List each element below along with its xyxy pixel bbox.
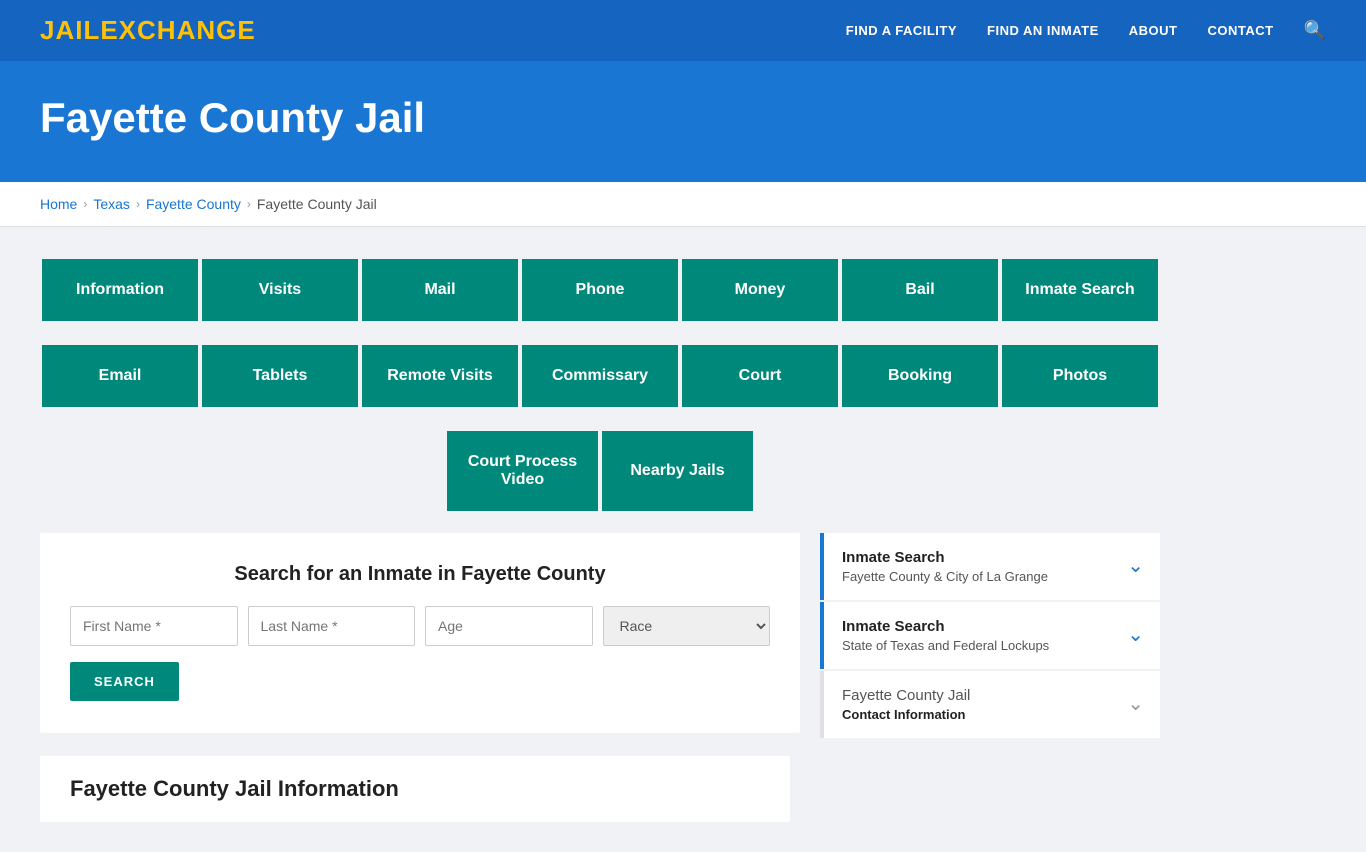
breadcrumb-sep-3: › xyxy=(247,197,251,211)
sidebar-item-2-subtitle: State of Texas and Federal Lockups xyxy=(842,638,1049,653)
breadcrumb: Home › Texas › Fayette County › Fayette … xyxy=(40,196,1326,212)
grid-btn-visits[interactable]: Visits xyxy=(200,257,360,323)
grid-row-3: Court Process Video Nearby Jails xyxy=(40,429,1160,513)
search-icon-button[interactable]: 🔍 xyxy=(1304,20,1326,41)
grid-btn-photos[interactable]: Photos xyxy=(1000,343,1160,409)
inmate-search-box: Search for an Inmate in Fayette County R… xyxy=(40,533,800,733)
breadcrumb-home[interactable]: Home xyxy=(40,196,77,212)
nav-about[interactable]: ABOUT xyxy=(1129,23,1178,38)
sidebar-item-inmate-search-county[interactable]: Inmate Search Fayette County & City of L… xyxy=(820,533,1160,600)
breadcrumb-sep-2: › xyxy=(136,197,140,211)
grid-btn-mail[interactable]: Mail xyxy=(360,257,520,323)
search-fields: Race White Black Hispanic Asian Other xyxy=(70,606,770,646)
first-name-input[interactable] xyxy=(70,606,238,646)
logo-part1: JAIL xyxy=(40,15,100,45)
two-col-layout: Search for an Inmate in Fayette County R… xyxy=(40,533,1160,740)
grid-btn-commissary[interactable]: Commissary xyxy=(520,343,680,409)
breadcrumb-sep-1: › xyxy=(83,197,87,211)
grid-btn-information[interactable]: Information xyxy=(40,257,200,323)
info-section: Fayette County Jail Information xyxy=(40,756,790,822)
sidebar-item-contact-info[interactable]: Fayette County Jail Contact Information … xyxy=(820,671,1160,738)
page-title: Fayette County Jail xyxy=(40,94,1326,142)
nav-find-facility[interactable]: FIND A FACILITY xyxy=(846,23,957,38)
last-name-input[interactable] xyxy=(248,606,416,646)
grid-btn-email[interactable]: Email xyxy=(40,343,200,409)
breadcrumb-fayette-county[interactable]: Fayette County xyxy=(146,196,241,212)
grid-row-2: Email Tablets Remote Visits Commissary C… xyxy=(40,343,1160,409)
grid-btn-phone[interactable]: Phone xyxy=(520,257,680,323)
sidebar-item-inmate-search-state[interactable]: Inmate Search State of Texas and Federal… xyxy=(820,602,1160,669)
hero-section: Fayette County Jail xyxy=(0,64,1366,182)
chevron-down-icon-2: ⌄ xyxy=(1127,622,1144,647)
sidebar-item-1-title: Inmate Search xyxy=(842,549,1048,566)
breadcrumb-bar: Home › Texas › Fayette County › Fayette … xyxy=(0,182,1366,227)
grid-row-1: Information Visits Mail Phone Money Bail… xyxy=(40,257,1160,323)
logo[interactable]: JAILEXCHANGE xyxy=(40,15,256,46)
chevron-down-icon-3: ⌄ xyxy=(1127,691,1144,716)
chevron-down-icon-1: ⌄ xyxy=(1127,553,1144,578)
main-content: Information Visits Mail Phone Money Bail… xyxy=(0,227,1366,852)
grid-btn-remote-visits[interactable]: Remote Visits xyxy=(360,343,520,409)
search-title: Search for an Inmate in Fayette County xyxy=(70,563,770,586)
sidebar-item-2-title: Inmate Search xyxy=(842,618,1049,635)
sidebar-item-1-subtitle: Fayette County & City of La Grange xyxy=(842,569,1048,584)
nav-contact[interactable]: CONTACT xyxy=(1207,23,1273,38)
main-nav: FIND A FACILITY FIND AN INMATE ABOUT CON… xyxy=(846,20,1326,41)
header: JAILEXCHANGE FIND A FACILITY FIND AN INM… xyxy=(0,0,1366,64)
grid-btn-court-process-video[interactable]: Court Process Video xyxy=(445,429,600,513)
grid-btn-tablets[interactable]: Tablets xyxy=(200,343,360,409)
sidebar-item-3-title: Fayette County Jail xyxy=(842,687,970,704)
search-button[interactable]: SEARCH xyxy=(70,662,179,701)
race-select[interactable]: Race White Black Hispanic Asian Other xyxy=(603,606,771,646)
grid-btn-court[interactable]: Court xyxy=(680,343,840,409)
breadcrumb-current: Fayette County Jail xyxy=(257,196,377,212)
grid-btn-booking[interactable]: Booking xyxy=(840,343,1000,409)
info-section-title: Fayette County Jail Information xyxy=(70,776,760,802)
nav-find-inmate[interactable]: FIND AN INMATE xyxy=(987,23,1099,38)
logo-part2: EXCHANGE xyxy=(100,15,255,45)
sidebar: Inmate Search Fayette County & City of L… xyxy=(820,533,1160,740)
grid-btn-nearby-jails[interactable]: Nearby Jails xyxy=(600,429,755,513)
grid-btn-inmate-search[interactable]: Inmate Search xyxy=(1000,257,1160,323)
age-input[interactable] xyxy=(425,606,593,646)
grid-btn-bail[interactable]: Bail xyxy=(840,257,1000,323)
grid-btn-money[interactable]: Money xyxy=(680,257,840,323)
breadcrumb-texas[interactable]: Texas xyxy=(93,196,130,212)
sidebar-item-3-subtitle: Contact Information xyxy=(842,707,970,722)
